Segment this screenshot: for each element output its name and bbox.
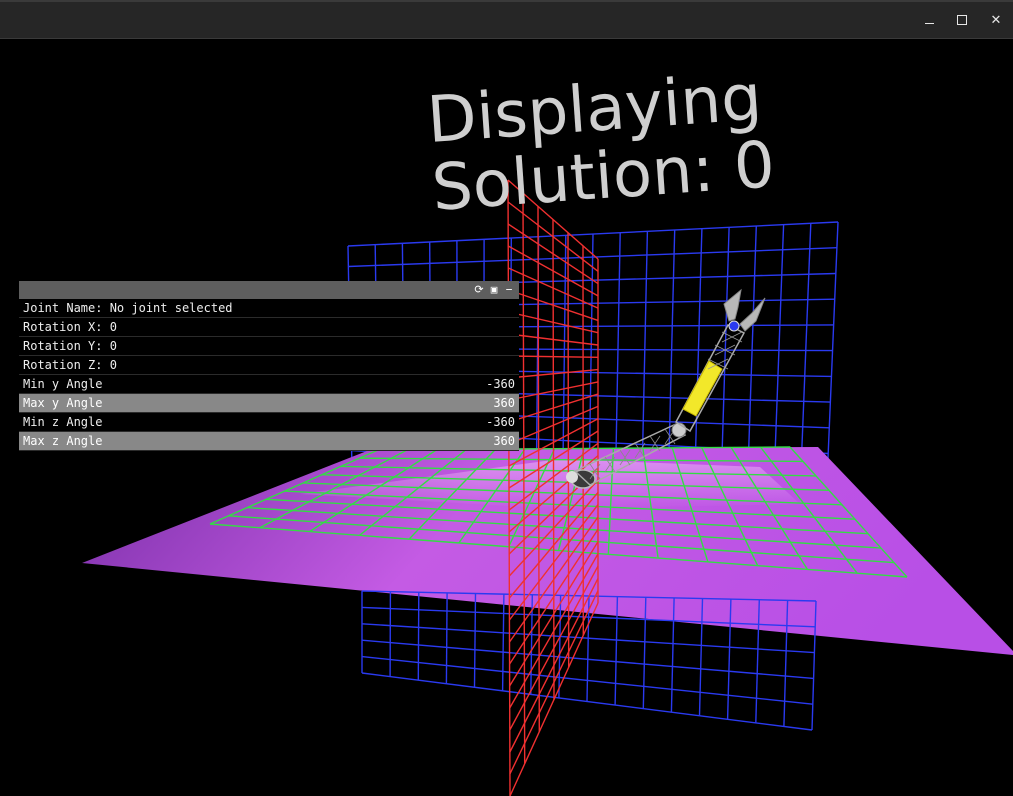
close-button[interactable]: ✕ <box>981 6 1011 34</box>
min-z-angle-value[interactable]: -360 <box>486 413 515 431</box>
joint-name-label: Joint Name: No joint selected <box>23 301 233 315</box>
max-y-angle-label: Max y Angle <box>23 396 103 410</box>
maximize-button[interactable] <box>947 6 977 34</box>
panel-header[interactable]: ⟳ ▣ − <box>19 281 519 299</box>
rotation-x-label: Rotation X: 0 <box>23 320 117 334</box>
save-icon[interactable]: ▣ <box>488 282 500 298</box>
joint-name-row: Joint Name: No joint selected <box>19 299 519 318</box>
rotation-z-label: Rotation Z: 0 <box>23 358 117 372</box>
max-z-angle-value[interactable]: 360 <box>493 432 515 450</box>
min-z-angle-label: Min z Angle <box>23 415 103 429</box>
title-strip <box>0 0 1013 2</box>
minimize-button[interactable] <box>914 6 944 34</box>
min-y-angle-value[interactable]: -360 <box>486 375 515 393</box>
min-y-angle-row[interactable]: Min y Angle -360 <box>19 375 519 394</box>
maximize-icon <box>957 15 967 25</box>
joint-properties-panel[interactable]: ⟳ ▣ − Joint Name: No joint selected Rota… <box>19 281 519 451</box>
close-icon: ✕ <box>990 12 1002 28</box>
elbow-joint[interactable] <box>671 422 687 438</box>
max-y-angle-value[interactable]: 360 <box>493 394 515 412</box>
refresh-icon[interactable]: ⟳ <box>473 282 485 298</box>
minimize-icon <box>924 22 934 24</box>
rotation-y-row: Rotation Y: 0 <box>19 337 519 356</box>
min-y-angle-label: Min y Angle <box>23 377 103 391</box>
collapse-icon[interactable]: − <box>503 282 515 298</box>
wrist-joint[interactable] <box>728 320 740 332</box>
rotation-z-row: Rotation Z: 0 <box>19 356 519 375</box>
app-window: ✕ Displaying Solution: 0 ⟳ ▣ − Joint Nam… <box>0 0 1013 796</box>
max-z-angle-row[interactable]: Max z Angle 360 <box>19 432 519 451</box>
title-bar[interactable]: ✕ <box>0 0 1013 39</box>
rotation-x-row: Rotation X: 0 <box>19 318 519 337</box>
rotation-y-label: Rotation Y: 0 <box>23 339 117 353</box>
max-y-angle-row[interactable]: Max y Angle 360 <box>19 394 519 413</box>
min-z-angle-row[interactable]: Min z Angle -360 <box>19 413 519 432</box>
solution-overlay: Displaying Solution: 0 <box>425 61 777 226</box>
max-z-angle-label: Max z Angle <box>23 434 103 448</box>
